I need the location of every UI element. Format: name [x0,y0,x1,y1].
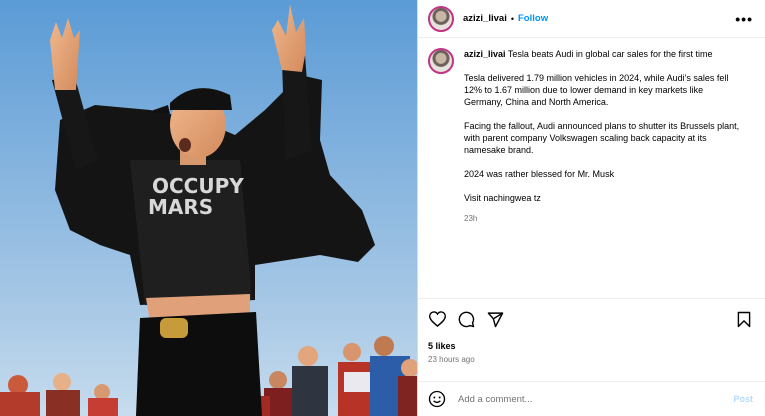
comment-icon [458,311,474,327]
follow-button[interactable]: Follow [518,13,548,24]
caption-title: Tesla beats Audi in global car sales for… [507,49,713,59]
pants [136,312,262,416]
caption-avatar[interactable] [428,48,454,74]
avatar[interactable] [428,5,454,32]
belt-buckle [160,318,188,338]
post-comment-button[interactable]: Post [733,394,753,404]
instagram-post: OCCUPY MARS azizi_livai • Follow ••• azi… [0,0,765,416]
comment-input[interactable] [456,392,734,406]
add-comment-bar: Post [418,381,765,416]
heart-icon [428,311,446,327]
header-username[interactable]: azizi_livai [463,13,507,24]
posted-time[interactable]: 23 hours ago [418,351,765,381]
bookmark-icon [737,311,751,327]
post-photo[interactable]: OCCUPY MARS [0,0,417,416]
caption-paragraph: Visit nachingwea tz [464,193,541,203]
caption: azizi_livai Tesla beats Audi in global c… [428,48,753,225]
like-button[interactable] [428,310,446,328]
action-bar [418,298,765,339]
save-button[interactable] [735,310,753,328]
caption-paragraph: Facing the fallout, Audi announced plans… [464,121,740,155]
emoji-icon[interactable] [428,390,446,408]
caption-age[interactable]: 23h [464,213,744,225]
share-button[interactable] [486,310,504,328]
caption-body: azizi_livai Tesla beats Audi in global c… [464,48,744,225]
caption-username[interactable]: azizi_livai [464,49,506,59]
comments-area: azizi_livai Tesla beats Audi in global c… [418,38,765,298]
separator-dot: • [510,13,514,24]
caption-paragraph: Tesla delivered 1.79 million vehicles in… [464,73,729,107]
more-options-icon[interactable]: ••• [735,11,753,27]
caption-title-line: azizi_livai Tesla beats Audi in global c… [464,48,744,60]
shirt-text-line2: MARS [148,195,213,219]
share-icon [487,311,503,327]
photo-canvas: OCCUPY MARS [0,0,417,416]
post-details-panel: azizi_livai • Follow ••• azizi_livai Tes… [417,0,765,416]
likes-count[interactable]: 5 likes [418,339,765,351]
post-header: azizi_livai • Follow ••• [418,0,765,38]
caption-paragraph: 2024 was rather blessed for Mr. Musk [464,169,615,179]
comment-button[interactable] [457,310,475,328]
open-mouth [179,138,191,152]
